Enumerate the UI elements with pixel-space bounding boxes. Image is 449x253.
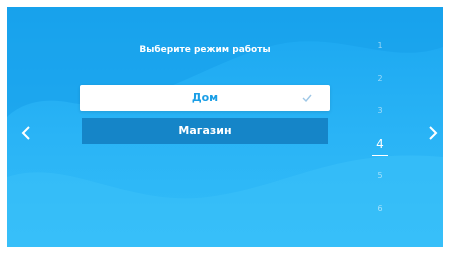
page-number-6[interactable]: 6 [369, 204, 391, 213]
page-number-3[interactable]: 3 [369, 106, 391, 115]
page-number-1[interactable]: 1 [369, 41, 391, 50]
page-number-2[interactable]: 2 [369, 74, 391, 83]
mode-option[interactable]: Магазин [82, 118, 328, 144]
page-number-4[interactable]: 4 [369, 137, 391, 151]
page-title: Выберите режим работы [139, 45, 271, 55]
page-number-list: 1 2 3 4 5 6 [369, 41, 399, 231]
mode-option-selected[interactable]: Дом [80, 85, 330, 111]
chevron-left-icon[interactable] [21, 125, 31, 141]
active-page-underline [372, 154, 388, 156]
mode-option-label: Магазин [178, 124, 232, 137]
chevron-right-icon[interactable] [428, 125, 438, 141]
mode-selection-screen: Выберите режим работы Дом Магазин 1 2 3 4 5 6 [7, 7, 443, 247]
check-icon [302, 85, 312, 111]
mode-option-label: Дом [191, 91, 219, 104]
page-number-5[interactable]: 5 [369, 171, 391, 180]
